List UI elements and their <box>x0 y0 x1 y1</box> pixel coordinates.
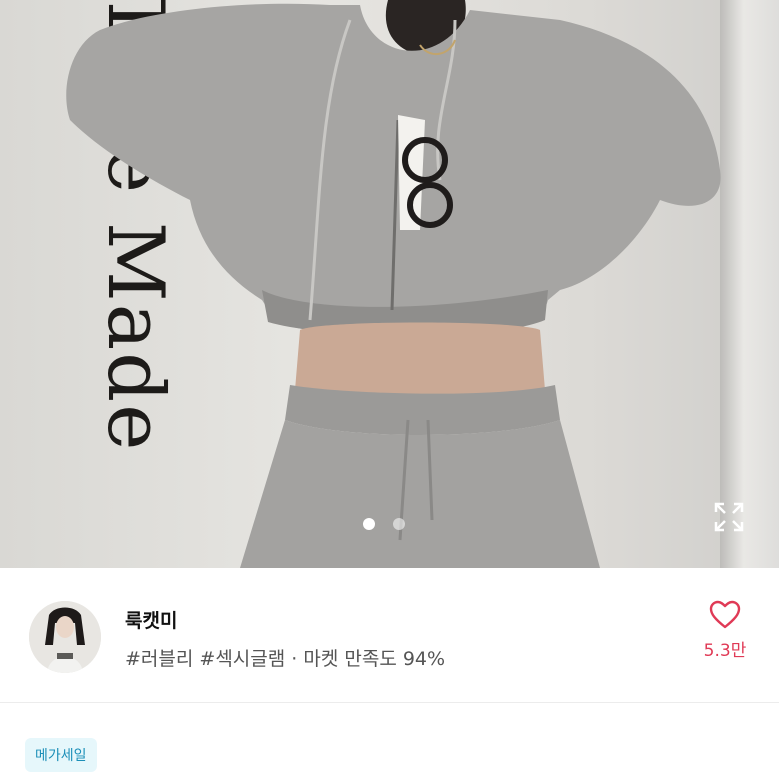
seller-section <box>0 568 779 703</box>
section-divider <box>0 702 779 703</box>
model-illustration <box>66 0 721 568</box>
expand-icon[interactable] <box>712 500 746 534</box>
seller-avatar[interactable] <box>29 601 101 673</box>
carousel-pager <box>363 518 405 530</box>
like-count: 5.3만 <box>703 641 747 661</box>
pager-dot[interactable] <box>393 518 405 530</box>
like-button[interactable]: 5.3만 <box>695 600 755 661</box>
product-image[interactable]: Time Made <box>0 0 779 568</box>
seller-tags: #러블리 #섹시글램 · 마켓 만족도 94% <box>125 648 446 670</box>
pager-dot-active[interactable] <box>363 518 375 530</box>
sale-badge: 메가세일 <box>25 738 97 772</box>
heart-outline-icon <box>709 600 741 629</box>
seller-name[interactable]: 룩캣미 <box>125 606 177 633</box>
